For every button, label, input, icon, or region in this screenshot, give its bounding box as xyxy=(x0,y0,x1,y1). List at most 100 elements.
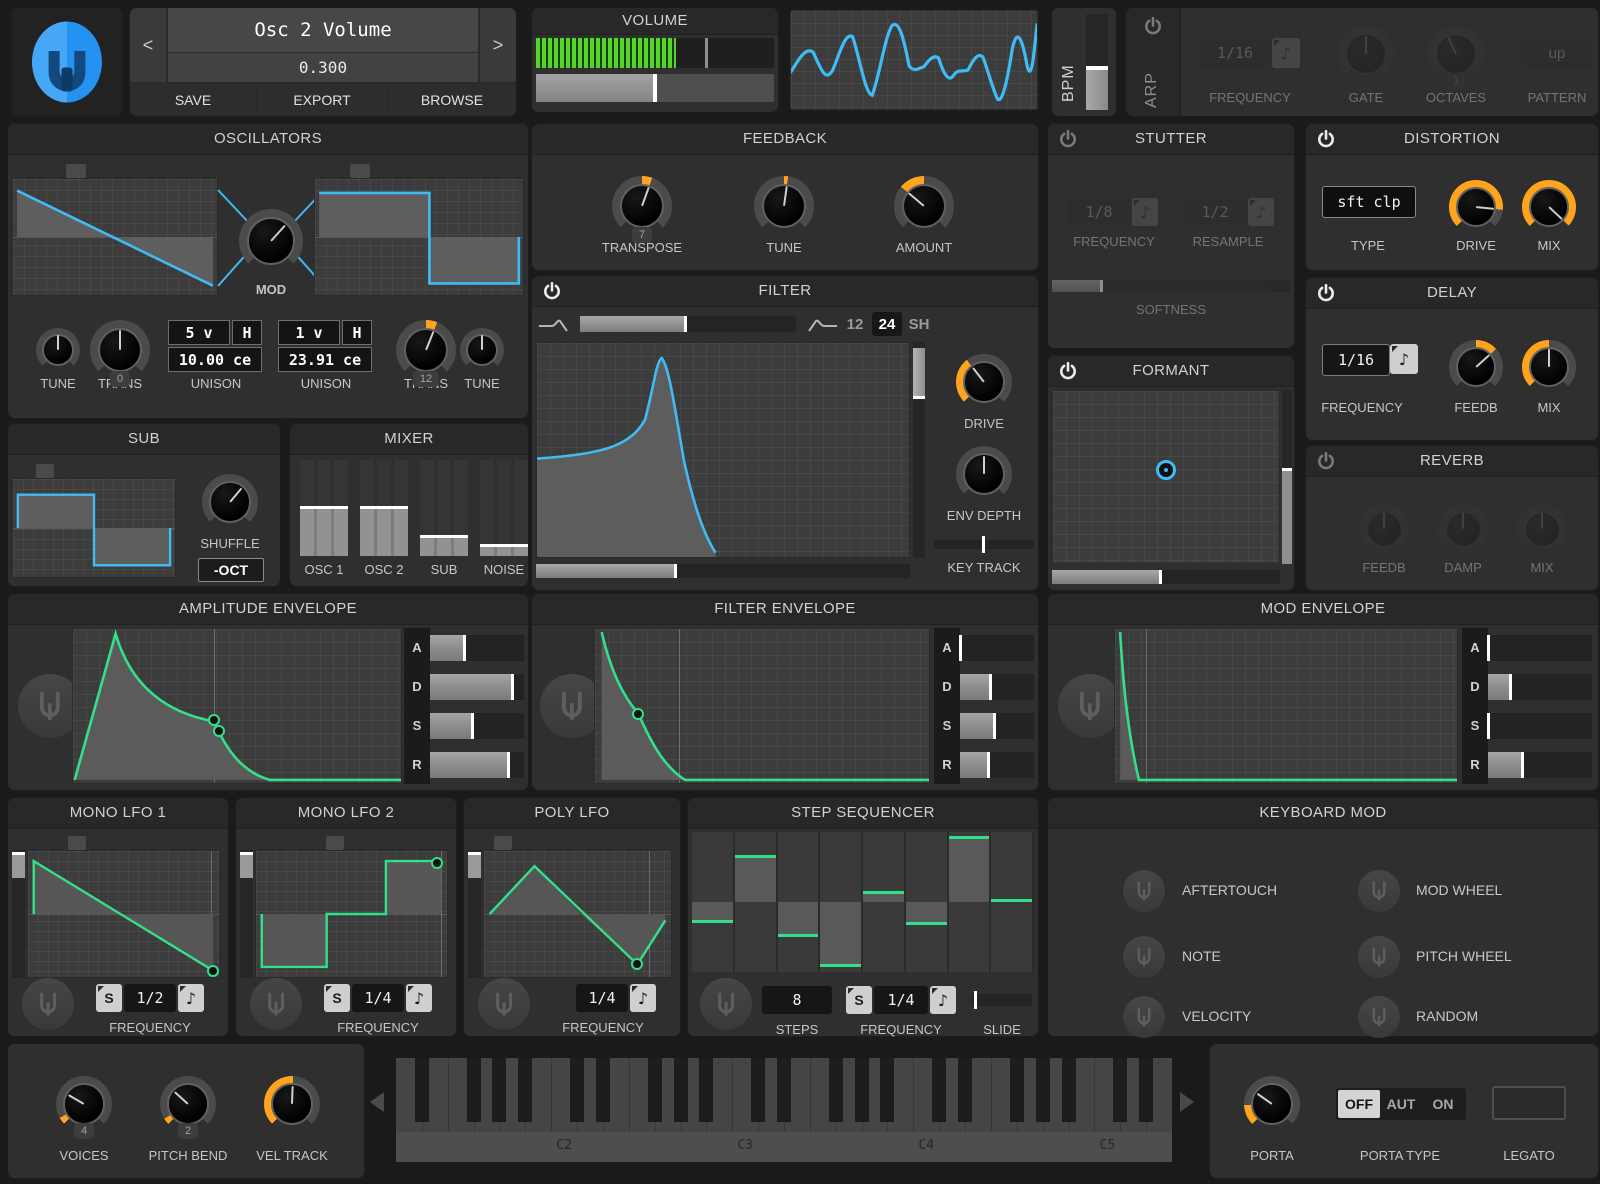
lfo1-phase-slider[interactable] xyxy=(68,836,86,850)
delay-frequency-value[interactable]: 1/16 xyxy=(1322,344,1390,376)
black-key[interactable] xyxy=(1035,1058,1050,1122)
osc2-unison-detune[interactable]: 23.91 ce xyxy=(278,347,372,372)
delay-frequency-note-icon[interactable]: ♪ xyxy=(1390,344,1418,374)
filter-env-display[interactable] xyxy=(594,628,930,784)
black-key[interactable] xyxy=(414,1058,429,1122)
sub-waveform-display[interactable] xyxy=(12,478,176,578)
lfo2-mod-source-button[interactable] xyxy=(250,978,302,1030)
lfo1-waveform-display[interactable] xyxy=(27,850,220,978)
distortion-drive-knob[interactable] xyxy=(1449,180,1503,234)
poly-lfo-mod-source-button[interactable] xyxy=(478,978,530,1030)
osc2-transpose-knob[interactable]: 12 xyxy=(396,320,456,387)
mod-wheel-mod-source-button[interactable] xyxy=(1358,870,1400,912)
seq-frequency-value[interactable]: 1/4 xyxy=(874,986,928,1014)
delay-feedback-knob[interactable] xyxy=(1449,340,1503,394)
bpm-slider[interactable] xyxy=(1086,14,1108,110)
lfo1-frequency-value[interactable]: 1/2 xyxy=(124,984,176,1012)
legato-toggle[interactable] xyxy=(1492,1086,1566,1120)
black-key[interactable] xyxy=(699,1058,714,1122)
mixer-slider-noise[interactable] xyxy=(480,460,528,556)
sub-shuffle-knob[interactable] xyxy=(202,474,258,530)
amp-env-r-slider[interactable] xyxy=(430,745,524,784)
filter-response-display[interactable] xyxy=(536,342,910,558)
vel-track-knob[interactable] xyxy=(264,1076,320,1132)
osc1-unison-voices[interactable]: 5 v xyxy=(168,320,230,345)
arp-pattern-select[interactable]: up xyxy=(1522,38,1592,68)
lfo2-frequency-value[interactable]: 1/4 xyxy=(352,984,404,1012)
stutter-power-button[interactable] xyxy=(1058,129,1078,149)
osc2-unison-voices[interactable]: 1 v xyxy=(278,320,340,345)
black-key[interactable] xyxy=(1009,1058,1024,1122)
arp-frequency-value[interactable]: 1/16 xyxy=(1200,38,1270,68)
mod-env-a-slider[interactable] xyxy=(1487,628,1592,667)
osc1-tune-knob[interactable] xyxy=(36,328,80,372)
seq-sync-button[interactable]: S xyxy=(846,986,872,1014)
note-mod-source-button[interactable] xyxy=(1123,936,1165,978)
distortion-mix-knob[interactable] xyxy=(1522,180,1576,234)
patch-next-button[interactable]: > xyxy=(480,8,516,82)
arp-gate-knob[interactable] xyxy=(1338,26,1394,82)
seq-step-4[interactable] xyxy=(820,832,863,972)
amp-env-d-slider[interactable] xyxy=(430,667,524,706)
seq-step-8[interactable] xyxy=(991,832,1034,972)
seq-step-1[interactable] xyxy=(692,832,735,972)
lfo1-note-icon[interactable]: ♪ xyxy=(178,984,204,1012)
seq-note-icon[interactable]: ♪ xyxy=(930,986,956,1014)
aftertouch-mod-source-button[interactable] xyxy=(1123,870,1165,912)
poly-lfo-waveform-display[interactable] xyxy=(483,850,672,978)
osc2-tune-knob[interactable] xyxy=(460,328,504,372)
seq-step-2[interactable] xyxy=(734,832,778,972)
porta-knob[interactable] xyxy=(1244,1076,1300,1132)
feedback-tune-knob[interactable] xyxy=(754,176,814,236)
porta-type-off-button[interactable]: OFF xyxy=(1338,1090,1380,1118)
stutter-resample-note-icon[interactable]: ♪ xyxy=(1248,198,1274,226)
mod-env-d-slider[interactable] xyxy=(1488,667,1592,706)
black-key[interactable] xyxy=(1113,1058,1128,1122)
mixer-slider-osc-2[interactable] xyxy=(360,460,408,556)
black-key[interactable] xyxy=(518,1058,533,1122)
lfo1-mod-source-button[interactable] xyxy=(22,978,74,1030)
osc2-waveform-display[interactable] xyxy=(314,178,524,296)
osc1-waveform-display[interactable] xyxy=(12,178,218,296)
filter-env-s-slider[interactable] xyxy=(960,706,1034,745)
black-key[interactable] xyxy=(595,1058,610,1122)
seq-step-5[interactable] xyxy=(863,832,906,972)
black-key[interactable] xyxy=(828,1058,843,1122)
filter-env-depth-knob[interactable] xyxy=(956,446,1012,502)
poly-lfo-note-icon[interactable]: ♪ xyxy=(630,984,656,1012)
lfo2-note-icon[interactable]: ♪ xyxy=(406,984,432,1012)
mixer-slider-sub[interactable] xyxy=(420,460,468,556)
osc2-unison-harmonize-button[interactable]: H xyxy=(342,320,372,345)
amp-env-a-slider[interactable] xyxy=(430,628,524,667)
lfo2-phase-slider[interactable] xyxy=(326,836,344,850)
filter-12db-button[interactable]: 12 xyxy=(840,312,870,336)
filter-env-r-slider[interactable] xyxy=(960,745,1034,784)
amp-env-s-slider[interactable] xyxy=(430,706,524,745)
stutter-frequency-note-icon[interactable]: ♪ xyxy=(1132,198,1158,226)
osc2-phase-slider[interactable] xyxy=(350,164,370,178)
piano-keyboard[interactable]: C2 C3 C4 C5 xyxy=(396,1058,1172,1162)
voices-knob[interactable]: 4 xyxy=(56,1076,112,1139)
filter-key-track-slider[interactable] xyxy=(934,536,1034,553)
seq-mod-source-button[interactable] xyxy=(700,978,752,1030)
stutter-softness-slider[interactable] xyxy=(1052,280,1290,292)
formant-power-button[interactable] xyxy=(1058,361,1078,381)
poly-lfo-phase-slider[interactable] xyxy=(494,836,512,850)
keyboard-scroll-left-button[interactable] xyxy=(370,1092,384,1112)
black-key[interactable] xyxy=(854,1058,869,1122)
stutter-resample-value[interactable]: 1/2 xyxy=(1184,198,1246,226)
sub-octave-button[interactable]: -OCT xyxy=(198,558,264,582)
osc-mod-knob[interactable] xyxy=(239,209,303,273)
black-key[interactable] xyxy=(673,1058,688,1122)
porta-type-auto-button[interactable]: AUT xyxy=(1380,1090,1422,1118)
osc1-unison-harmonize-button[interactable]: H xyxy=(232,320,262,345)
seq-slide-slider[interactable] xyxy=(972,991,1032,1009)
filter-drive-knob[interactable] xyxy=(956,354,1012,410)
export-button[interactable]: EXPORT xyxy=(258,84,386,116)
random-mod-source-button[interactable] xyxy=(1358,996,1400,1038)
filter-24db-button[interactable]: 24 xyxy=(872,312,902,336)
formant-x-slider[interactable] xyxy=(1052,570,1280,584)
arp-octaves-knob[interactable]: 1 xyxy=(1428,26,1484,89)
filter-blend-slider[interactable] xyxy=(580,316,796,332)
poly-lfo-amplitude-slider[interactable] xyxy=(468,850,481,978)
